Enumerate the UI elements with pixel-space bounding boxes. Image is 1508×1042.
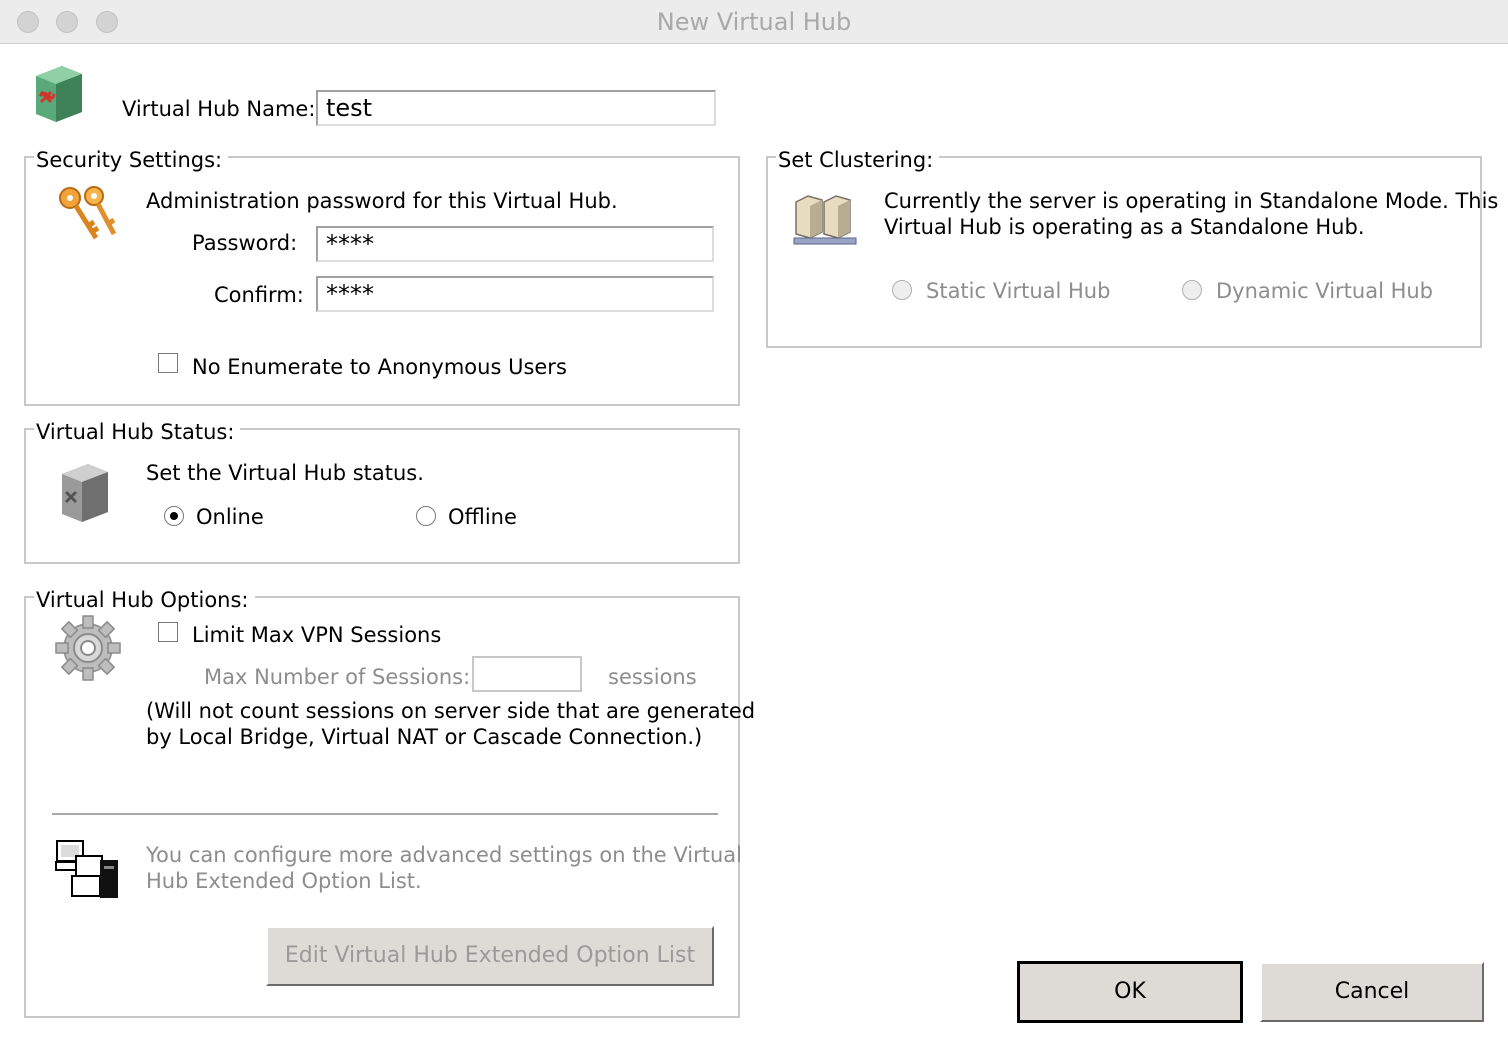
security-description: Administration password for this Virtual… bbox=[146, 189, 618, 213]
clustering-legend: Set Clustering: bbox=[776, 148, 940, 172]
max-sessions-input[interactable] bbox=[472, 656, 582, 692]
computers-icon bbox=[54, 838, 122, 905]
password-input[interactable]: **** bbox=[316, 226, 714, 262]
edit-extended-options-button[interactable]: Edit Virtual Hub Extended Option List bbox=[266, 926, 714, 986]
static-hub-label[interactable]: Static Virtual Hub bbox=[926, 278, 1110, 304]
advanced-note-line2: Hub Extended Option List. bbox=[146, 869, 422, 893]
sessions-note-line1: (Will not count sessions on server side … bbox=[146, 699, 756, 723]
gear-icon bbox=[54, 614, 122, 687]
no-enumerate-label[interactable]: No Enumerate to Anonymous Users bbox=[192, 354, 567, 380]
offline-radio[interactable] bbox=[416, 506, 436, 526]
hub-status-group bbox=[24, 428, 740, 564]
ok-button[interactable]: OK bbox=[1017, 961, 1243, 1023]
sessions-note-line2: by Local Bridge, Virtual NAT or Cascade … bbox=[146, 725, 703, 749]
sessions-unit-label: sessions bbox=[608, 665, 697, 689]
hub-status-icon bbox=[58, 460, 112, 529]
window-title: New Virtual Hub bbox=[656, 8, 852, 36]
online-label[interactable]: Online bbox=[196, 504, 264, 530]
dynamic-hub-label[interactable]: Dynamic Virtual Hub bbox=[1216, 278, 1433, 304]
offline-label[interactable]: Offline bbox=[448, 504, 517, 530]
confirm-label: Confirm: bbox=[214, 283, 304, 307]
keys-icon bbox=[54, 182, 120, 253]
no-enumerate-checkbox[interactable] bbox=[158, 353, 178, 373]
hub-name-label: Virtual Hub Name: bbox=[122, 97, 316, 121]
hub-icon bbox=[32, 62, 84, 131]
dynamic-hub-radio[interactable] bbox=[1182, 280, 1202, 300]
password-label: Password: bbox=[192, 231, 298, 255]
clustering-description-line1: Currently the server is operating in Sta… bbox=[884, 189, 1499, 213]
advanced-note-line1: You can configure more advanced settings… bbox=[146, 843, 742, 867]
limit-sessions-checkbox[interactable] bbox=[158, 622, 178, 642]
max-sessions-label: Max Number of Sessions: bbox=[204, 665, 471, 689]
clustering-group bbox=[766, 156, 1482, 348]
limit-sessions-label[interactable]: Limit Max VPN Sessions bbox=[192, 622, 441, 648]
security-settings-legend: Security Settings: bbox=[34, 148, 229, 172]
online-radio[interactable] bbox=[164, 506, 184, 526]
title-bar: New Virtual Hub bbox=[0, 0, 1508, 44]
static-hub-radio[interactable] bbox=[892, 280, 912, 300]
hub-options-legend: Virtual Hub Options: bbox=[34, 588, 255, 612]
cancel-button[interactable]: Cancel bbox=[1260, 962, 1484, 1022]
clustering-description-line2: Virtual Hub is operating as a Standalone… bbox=[884, 215, 1365, 239]
options-divider bbox=[52, 813, 718, 815]
confirm-input[interactable]: **** bbox=[316, 276, 714, 312]
servers-icon bbox=[792, 192, 858, 251]
hub-status-description: Set the Virtual Hub status. bbox=[146, 461, 424, 485]
hub-status-legend: Virtual Hub Status: bbox=[34, 420, 241, 444]
hub-name-input[interactable]: test bbox=[316, 90, 716, 126]
